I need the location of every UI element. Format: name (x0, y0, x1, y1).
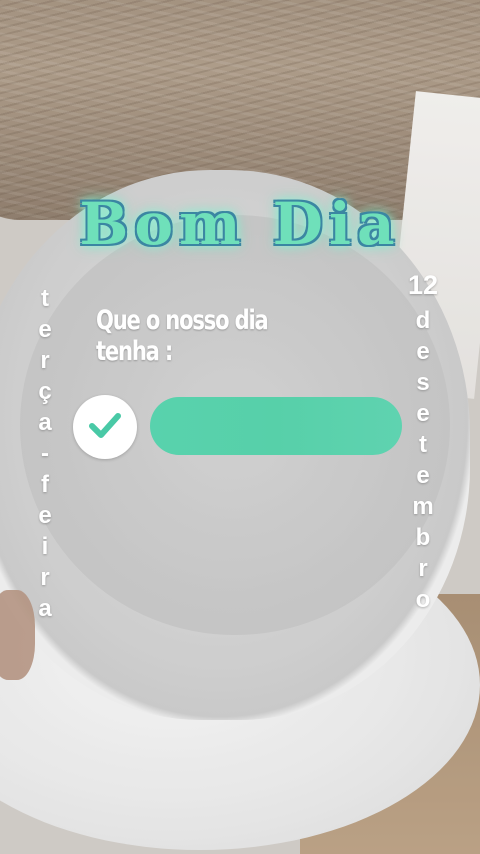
weekday-letter: a (38, 595, 52, 622)
weekday-letter: t (41, 285, 49, 312)
check-icon (86, 406, 124, 448)
weekday-letter: e (38, 316, 52, 343)
weekday-letter: f (41, 471, 49, 498)
month-letter: m (412, 493, 434, 520)
month-letter: e (416, 400, 430, 427)
month-letter: d (415, 307, 431, 334)
date-day: 12 (407, 270, 439, 300)
option-answer-pill[interactable] (150, 397, 402, 455)
weekday-letter: i (41, 533, 49, 560)
month-letter: o (415, 586, 431, 613)
weekday-letter: e (38, 502, 52, 529)
weekday-letter: r (40, 347, 50, 374)
question-text: Que o nosso dia tenha : (96, 305, 269, 367)
month-letter: e (416, 338, 430, 365)
month-letter: s (416, 369, 430, 396)
month-letter: t (419, 431, 427, 458)
title-sticker: Bom Dia (79, 190, 401, 258)
date-vertical: 12 d e s e t e m b r o (405, 270, 441, 615)
weekday-letter: - (41, 440, 49, 467)
weekday-letter: r (40, 564, 50, 591)
month-letter: e (416, 462, 430, 489)
weekday-letter: ç (38, 378, 52, 405)
month-letter: b (415, 524, 431, 551)
weekday-vertical: t e r ç a - f e i r a (28, 283, 62, 624)
option-checkbox[interactable] (73, 395, 137, 459)
weekday-letter: a (38, 409, 52, 436)
month-letter: r (418, 555, 428, 582)
